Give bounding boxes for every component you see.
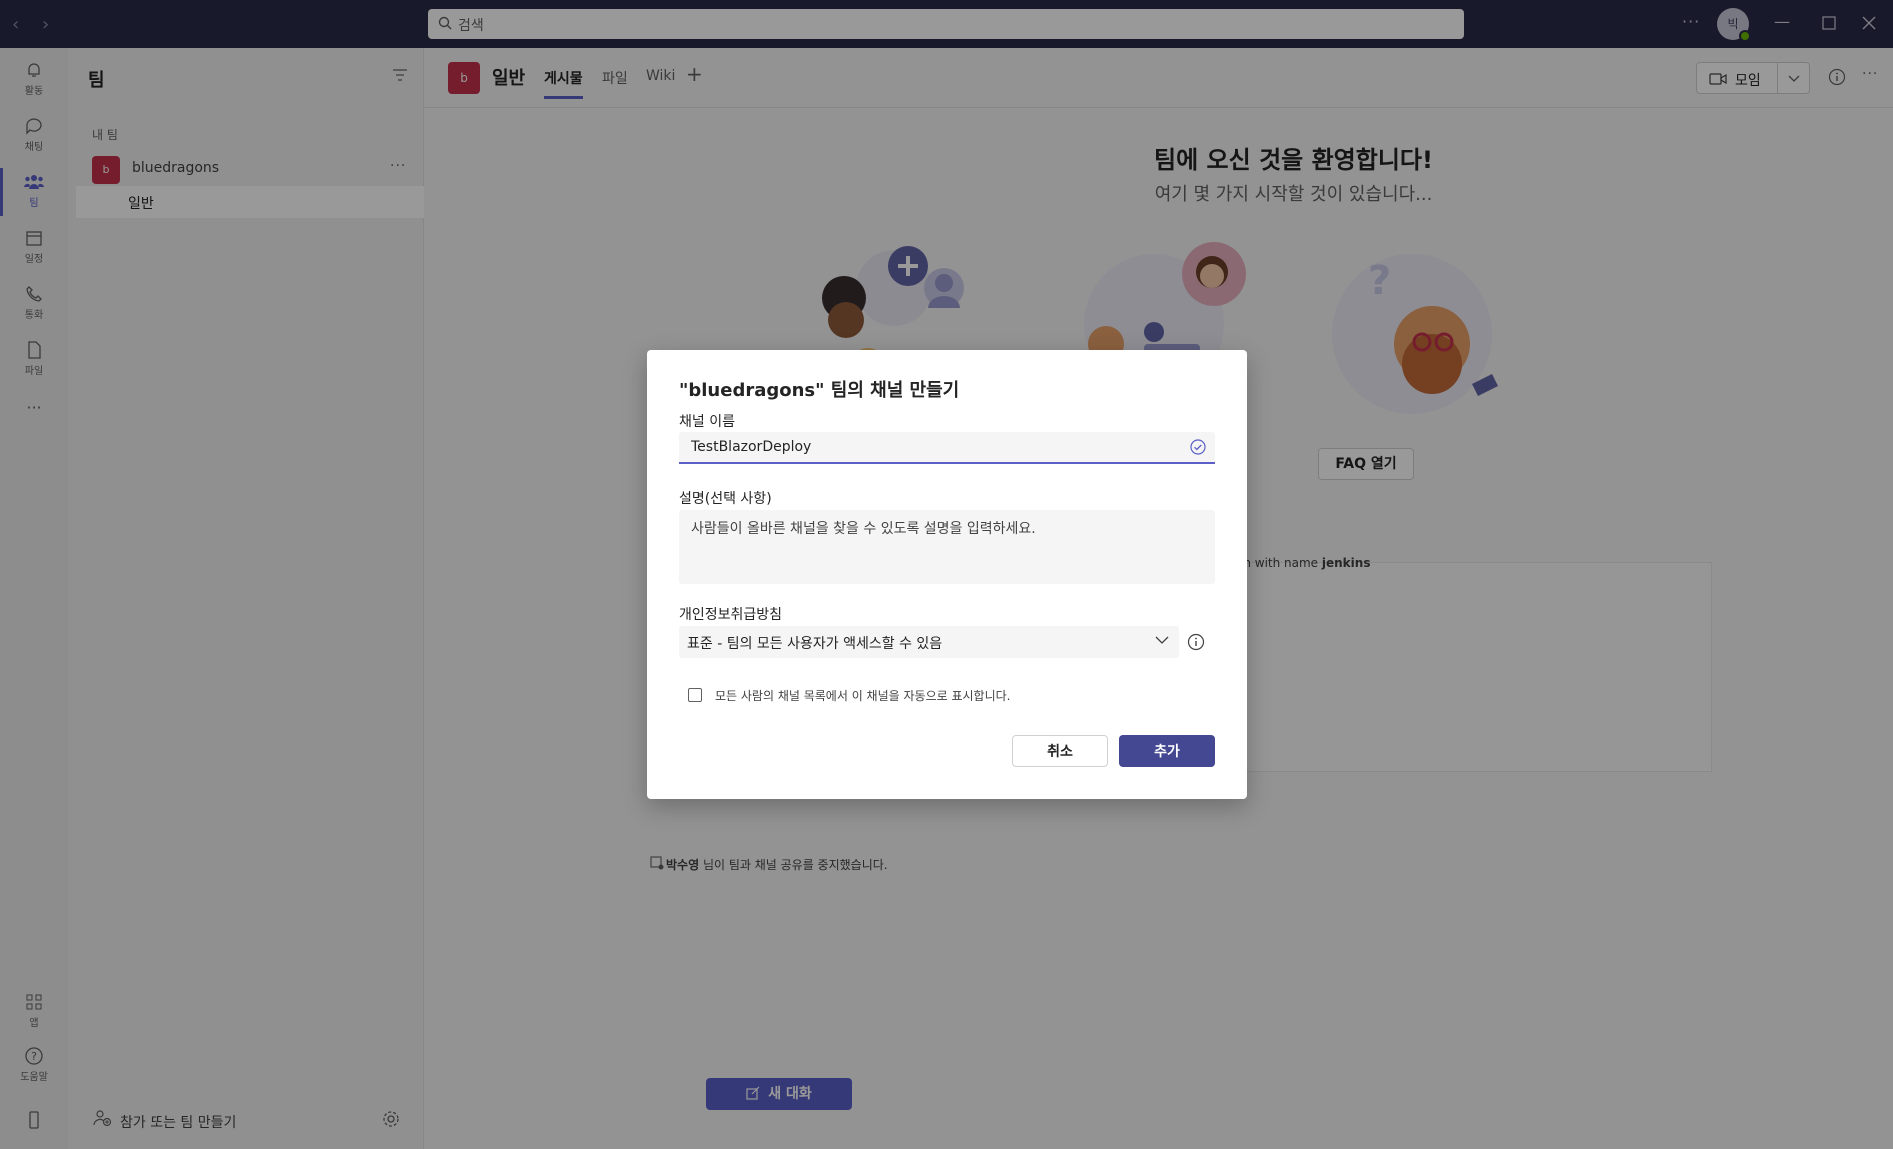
channel-name-label: 채널 이름	[679, 414, 735, 430]
show-channel-label: 모든 사람의 채널 목록에서 이 채널을 자동으로 표시합니다.	[715, 689, 1011, 703]
dialog-title: "bluedragons" 팀의 채널 만들기	[679, 380, 960, 401]
privacy-dropdown[interactable]: 표준 - 팀의 모든 사용자가 액세스할 수 있음	[679, 626, 1179, 658]
show-channel-checkbox[interactable]	[688, 688, 702, 702]
chevron-down-icon	[1155, 636, 1169, 644]
info-icon[interactable]	[1187, 633, 1205, 651]
add-button[interactable]: 추가	[1119, 735, 1215, 767]
privacy-label: 개인정보취급방침	[679, 607, 783, 623]
cancel-button[interactable]: 취소	[1012, 735, 1108, 767]
description-label: 설명(선택 사항)	[679, 491, 772, 507]
description-field[interactable]	[679, 510, 1215, 584]
privacy-selected-value: 표준 - 팀의 모든 사용자가 액세스할 수 있음	[687, 636, 943, 652]
channel-name-field[interactable]	[679, 432, 1215, 464]
check-circle-icon	[1190, 439, 1206, 455]
create-channel-dialog: "bluedragons" 팀의 채널 만들기 채널 이름 설명(선택 사항) …	[647, 350, 1247, 799]
